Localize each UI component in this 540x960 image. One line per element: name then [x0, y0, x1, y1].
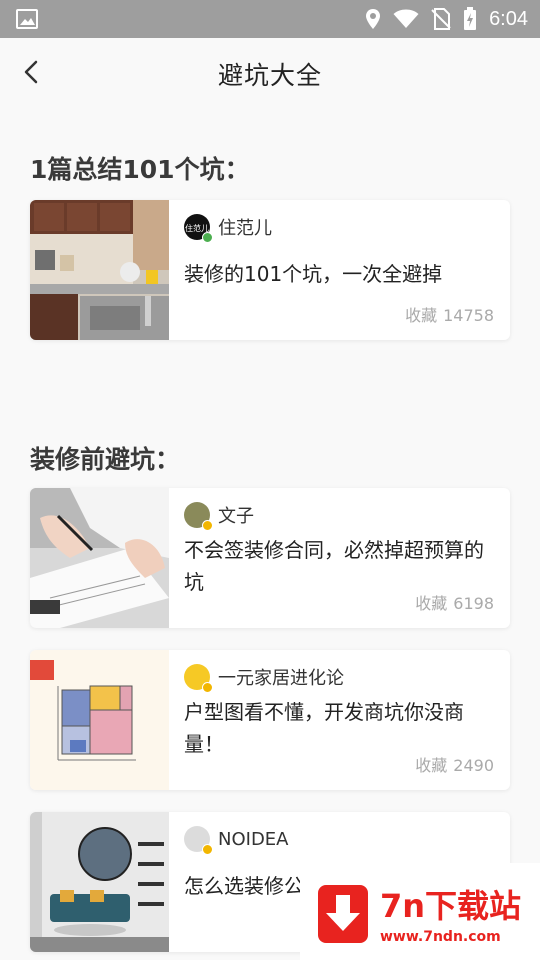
verified-badge-icon — [202, 232, 213, 243]
article-author: NOIDEA — [184, 826, 289, 855]
no-sim-icon — [431, 8, 451, 30]
favorite-number: 14758 — [443, 306, 494, 325]
article-card[interactable]: 住范儿 住范儿 装修的101个坑，一次全避掉 收藏 14758 — [30, 200, 510, 340]
app-header: 避坑大全 — [0, 38, 540, 106]
favorite-label: 收藏 — [405, 306, 438, 325]
article-thumbnail-floorplan — [30, 650, 169, 790]
article-title: 装修的101个坑，一次全避掉 — [184, 262, 443, 286]
author-name: 一元家居进化论 — [218, 668, 344, 689]
favorite-count: 收藏 14758 — [405, 302, 494, 326]
favorite-count: 收藏 6198 — [415, 590, 494, 614]
download-arrow-icon — [318, 885, 368, 943]
author-avatar: 住范儿 — [184, 214, 213, 243]
verified-badge-icon — [202, 520, 213, 531]
author-avatar — [184, 826, 213, 855]
verified-badge-icon — [202, 682, 213, 693]
author-name: 住范儿 — [218, 218, 272, 239]
article-thumbnail-contract — [30, 488, 169, 628]
favorite-count: 收藏 2490 — [415, 752, 494, 776]
article-card[interactable]: 文子 不会签装修合同，必然掉超预算的坑 收藏 6198 — [30, 488, 510, 628]
article-thumbnail-living-room — [30, 812, 169, 952]
favorite-number: 2490 — [453, 756, 494, 775]
page-title: 避坑大全 — [217, 61, 322, 90]
status-bar: 6:04 — [0, 0, 540, 38]
favorite-number: 6198 — [453, 594, 494, 613]
location-icon — [366, 9, 381, 29]
article-title: 户型图看不懂，开发商坑你没商量！ — [184, 700, 464, 756]
status-time: 6:04 — [489, 7, 528, 30]
article-author: 住范儿 住范儿 — [184, 214, 272, 243]
article-title: 不会签装修合同，必然掉超预算的坑 — [184, 538, 484, 594]
author-name: 文子 — [218, 506, 254, 527]
author-avatar — [184, 502, 213, 531]
section-title-summary: 1篇总结101个坑： — [30, 155, 250, 184]
section-title-before-renovation: 装修前避坑： — [30, 445, 181, 474]
article-author: 一元家居进化论 — [184, 664, 344, 693]
article-thumbnail-kitchen — [30, 200, 169, 340]
favorite-label: 收藏 — [415, 594, 448, 613]
verified-badge-icon — [202, 844, 213, 855]
battery-icon — [464, 7, 477, 30]
article-card[interactable]: 一元家居进化论 户型图看不懂，开发商坑你没商量！ 收藏 2490 — [30, 650, 510, 790]
status-icons: 6:04 — [365, 0, 528, 38]
watermark-overlay: 7n下载站 www.7ndn.com — [300, 863, 540, 960]
image-icon — [16, 9, 38, 29]
article-author: 文子 — [184, 502, 254, 531]
watermark-brand: 7n下载站 — [380, 887, 522, 925]
author-name: NOIDEA — [218, 828, 289, 850]
favorite-label: 收藏 — [415, 756, 448, 775]
author-avatar — [184, 664, 213, 693]
wifi-icon — [393, 9, 419, 28]
watermark-site: www.7ndn.com — [380, 929, 501, 945]
